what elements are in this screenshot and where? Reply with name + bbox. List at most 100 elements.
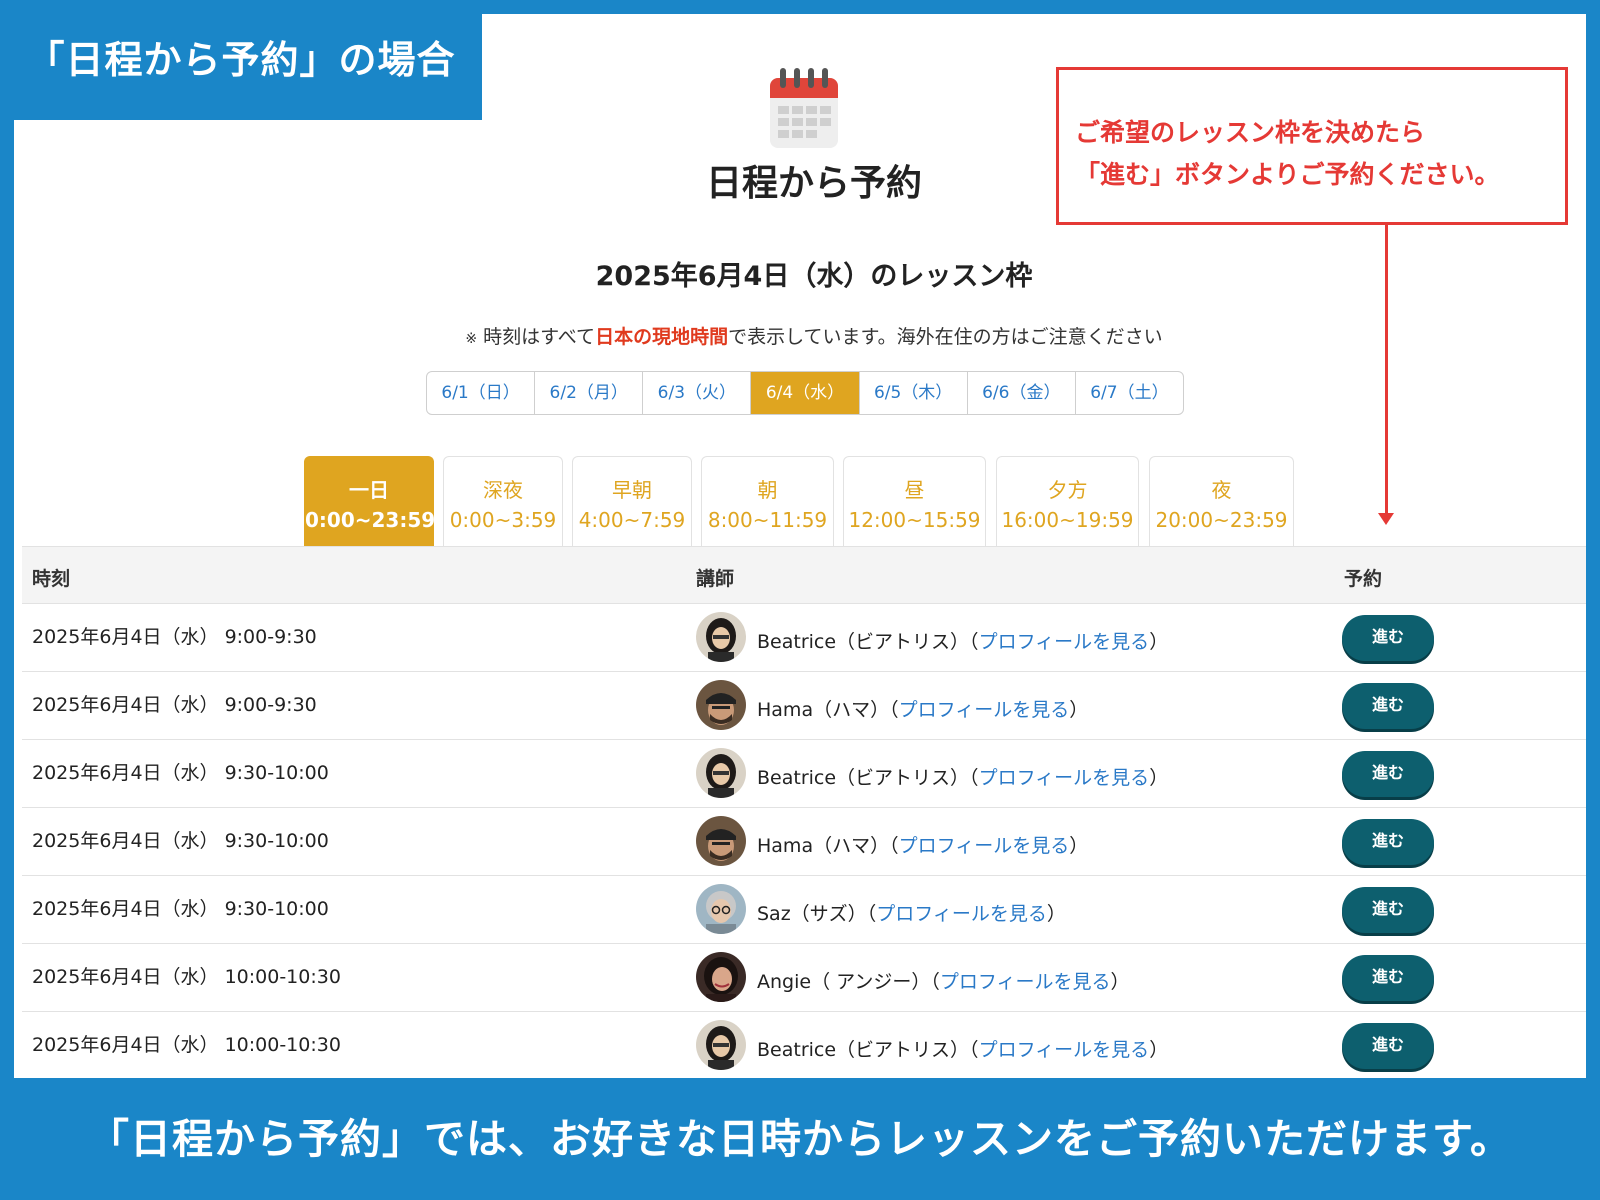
notice-highlight: 日本の現地時間 — [595, 326, 729, 348]
time-tab-range: 4:00~7:59 — [578, 508, 686, 532]
table-row: 2025年6月4日（水） 9:30-10:00 Beatrice（ビアトリス）（… — [22, 740, 1586, 808]
time-tab-name: 一日 — [349, 478, 389, 502]
teacher-name: Beatrice（ビアトリス） — [757, 1039, 970, 1061]
time-tab-name: 朝 — [757, 478, 778, 502]
profile-link[interactable]: プロフィールを見る — [979, 1039, 1150, 1061]
time-tab-range: 0:00~23:59 — [305, 508, 436, 532]
teacher-cell: Beatrice（ビアトリス）（プロフィールを見る） — [757, 767, 1169, 789]
time-tab-name: 早朝 — [612, 478, 652, 502]
profile-link[interactable]: プロフィールを見る — [899, 835, 1070, 857]
time-tab-late-night[interactable]: 深夜 0:00~3:59 — [443, 456, 563, 546]
teacher-cell: Hama（ハマ）（プロフィールを見る） — [757, 835, 1089, 857]
date-tab-6-1[interactable]: 6/1（日） — [427, 372, 536, 414]
lesson-slot-table: 時刻 講師 予約 2025年6月4日（水） 9:00-9:30 Beatrice… — [22, 546, 1586, 1078]
slot-time: 2025年6月4日（水） 9:30-10:00 — [32, 898, 329, 920]
time-tab-name: 夕方 — [1047, 478, 1088, 502]
table-row: 2025年6月4日（水） 9:30-10:00 Hama（ハマ）（プロフィールを… — [22, 808, 1586, 876]
bottom-caption: 「日程から予約」では、お好きな日時からレッスンをご予約いただけます。 — [88, 1115, 1512, 1163]
time-tab-range: 16:00~19:59 — [1001, 508, 1134, 532]
time-tab-name: 深夜 — [483, 478, 523, 502]
profile-link[interactable]: プロフィールを見る — [899, 699, 1070, 721]
profile-link[interactable]: プロフィールを見る — [979, 631, 1150, 653]
table-row: 2025年6月4日（水） 10:00-10:30 Beatrice（ビアトリス）… — [22, 1012, 1586, 1078]
timezone-notice: ※ 時刻はすべて日本の現地時間で表示しています。海外在住の方はご注意ください — [314, 322, 1314, 349]
slot-time: 2025年6月4日（水） 9:00-9:30 — [32, 626, 317, 648]
time-tab-name: 昼 — [904, 478, 925, 502]
time-tab-all-day[interactable]: 一日 0:00~23:59 — [304, 456, 436, 546]
proceed-button[interactable]: 進む — [1342, 751, 1434, 797]
date-tab-6-5[interactable]: 6/5（木） — [860, 372, 968, 414]
teacher-name: Beatrice（ビアトリス） — [757, 767, 970, 789]
slot-time: 2025年6月4日（水） 10:00-10:30 — [32, 1034, 341, 1056]
date-tab-6-7[interactable]: 6/7（土） — [1076, 372, 1183, 414]
callout-line-2: 「進む」ボタンよりご予約ください。 — [1075, 160, 1500, 189]
proceed-button[interactable]: 進む — [1342, 615, 1434, 661]
table-row: 2025年6月4日（水） 9:00-9:30 Hama（ハマ）（プロフィールを見… — [22, 672, 1586, 740]
teacher-cell: Hama（ハマ）（プロフィールを見る） — [757, 699, 1089, 721]
time-tab-evening[interactable]: 夕方 16:00~19:59 — [996, 456, 1139, 546]
time-tab-early-morning[interactable]: 早朝 4:00~7:59 — [572, 456, 692, 546]
slot-time: 2025年6月4日（水） 9:30-10:00 — [32, 830, 329, 852]
teacher-name: Angie（ アンジー） — [757, 971, 931, 993]
teacher-name: Hama（ハマ） — [757, 835, 890, 857]
proceed-button[interactable]: 進む — [1342, 887, 1434, 933]
table-row: 2025年6月4日（水） 9:00-9:30 Beatrice（ビアトリス）（プ… — [22, 604, 1586, 672]
time-tab-night[interactable]: 夜 20:00~23:59 — [1149, 456, 1294, 546]
teacher-cell: Angie（ アンジー）（プロフィールを見る） — [757, 971, 1130, 993]
time-tab-range: 8:00~11:59 — [707, 508, 828, 532]
teacher-avatar — [696, 1020, 746, 1070]
callout-line-1: ご希望のレッスン枠を決めたら — [1075, 118, 1426, 147]
table-row: 2025年6月4日（水） 10:00-10:30 Angie（ アンジー）（プロ… — [22, 944, 1586, 1012]
section-label: 「日程から予約」の場合 — [0, 0, 482, 120]
table-header: 時刻 講師 予約 — [22, 546, 1586, 604]
teacher-name: Beatrice（ビアトリス） — [757, 631, 970, 653]
proceed-button[interactable]: 進む — [1342, 819, 1434, 865]
teacher-cell: Beatrice（ビアトリス）（プロフィールを見る） — [757, 631, 1169, 653]
header-teacher: 講師 — [696, 568, 735, 590]
date-tab-6-3[interactable]: 6/3（火） — [643, 372, 752, 414]
notice-text-before: 時刻はすべて — [483, 326, 596, 348]
arrow-down-icon — [1378, 513, 1394, 525]
profile-link[interactable]: プロフィールを見る — [876, 903, 1047, 925]
profile-link[interactable]: プロフィールを見る — [940, 971, 1111, 993]
notice-mark: ※ — [465, 331, 478, 347]
slot-time: 2025年6月4日（水） 10:00-10:30 — [32, 966, 341, 988]
callout-arrow-line — [1385, 225, 1388, 515]
header-time: 時刻 — [32, 568, 71, 590]
teacher-cell: Beatrice（ビアトリス）（プロフィールを見る） — [757, 1039, 1169, 1061]
teacher-name: Saz（サズ） — [757, 903, 867, 925]
profile-link[interactable]: プロフィールを見る — [979, 767, 1150, 789]
time-tab-name: 夜 — [1211, 478, 1232, 502]
header-reserve: 予約 — [1344, 568, 1383, 590]
page-title: 日程から予約 — [705, 163, 922, 204]
teacher-avatar — [696, 816, 746, 866]
slot-time: 2025年6月4日（水） 9:00-9:30 — [32, 694, 317, 716]
notice-text-after: で表示しています。海外在住の方はご注意ください — [728, 326, 1163, 348]
teacher-avatar — [696, 748, 746, 798]
proceed-button[interactable]: 進む — [1342, 1023, 1434, 1069]
slot-time: 2025年6月4日（水） 9:30-10:00 — [32, 762, 329, 784]
date-tab-6-4[interactable]: 6/4（水） — [751, 372, 860, 414]
frame-band — [480, 0, 1586, 14]
date-tab-6-6[interactable]: 6/6（金） — [968, 372, 1076, 414]
time-tab-range: 0:00~3:59 — [449, 508, 557, 532]
time-tab-range: 20:00~23:59 — [1155, 508, 1288, 532]
time-tab-morning[interactable]: 朝 8:00~11:59 — [701, 456, 834, 546]
teacher-name: Hama（ハマ） — [757, 699, 890, 721]
time-tab-range: 12:00~15:59 — [848, 508, 981, 532]
teacher-cell: Saz（サズ）（プロフィールを見る） — [757, 903, 1066, 925]
table-row: 2025年6月4日（水） 9:30-10:00 Saz（サズ）（プロフィールを見… — [22, 876, 1586, 944]
proceed-button[interactable]: 進む — [1342, 955, 1434, 1001]
teacher-avatar — [696, 884, 746, 934]
instruction-callout: ご希望のレッスン枠を決めたら 「進む」ボタンよりご予約ください。 — [1056, 67, 1568, 225]
teacher-avatar — [696, 612, 746, 662]
time-tab-noon[interactable]: 昼 12:00~15:59 — [843, 456, 986, 546]
teacher-avatar — [696, 680, 746, 730]
teacher-avatar — [696, 952, 746, 1002]
date-tab-6-2[interactable]: 6/2（月） — [535, 372, 644, 414]
proceed-button[interactable]: 進む — [1342, 683, 1434, 729]
calendar-icon — [770, 68, 838, 148]
date-tabs: 6/1（日） 6/2（月） 6/3（火） 6/4（水） 6/5（木） 6/6（金… — [426, 371, 1184, 415]
screenshot-frame: 日程から予約 2025年6月4日（水）のレッスン枠 ※ 時刻はすべて日本の現地時… — [14, 14, 1586, 1078]
lesson-date-heading: 2025年6月4日（水）のレッスン枠 — [595, 261, 1033, 292]
